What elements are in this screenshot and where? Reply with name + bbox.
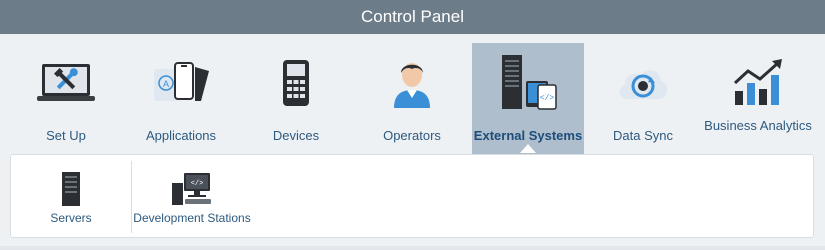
nav-item-label: Operators bbox=[383, 128, 441, 143]
handheld-device-icon bbox=[240, 53, 352, 113]
svg-text:A: A bbox=[163, 79, 169, 89]
active-tab-caret bbox=[520, 144, 536, 153]
window-title: Control Panel bbox=[360, 7, 464, 26]
user-icon bbox=[356, 53, 468, 113]
nav-item-label: Devices bbox=[272, 128, 320, 143]
subnav-item-development-stations[interactable]: </> Development Stations bbox=[133, 155, 251, 237]
subnav-item-servers[interactable]: Servers bbox=[13, 155, 129, 237]
nav-item-external-systems[interactable]: </> External Systems bbox=[472, 43, 584, 154]
nav-item-applications[interactable]: A Applications bbox=[125, 43, 237, 154]
nav-item-operators[interactable]: Operators bbox=[356, 43, 468, 154]
subnav-item-label: Servers bbox=[50, 211, 92, 225]
svg-text:</>: </> bbox=[540, 94, 555, 103]
external-systems-subpanel: Servers </> Development Stations bbox=[10, 154, 814, 238]
subnav-divider bbox=[131, 161, 132, 233]
cloud-sync-icon bbox=[587, 53, 699, 113]
svg-text:</>: </> bbox=[191, 180, 204, 188]
tools-laptop-icon bbox=[10, 53, 122, 113]
bottom-border bbox=[0, 246, 825, 250]
dev-station-icon: </> bbox=[133, 171, 251, 207]
nav-item-devices[interactable]: Devices bbox=[240, 43, 352, 154]
nav-item-label: Data Sync bbox=[613, 128, 673, 143]
server-code-icon: </> bbox=[472, 53, 584, 113]
nav-item-data-sync[interactable]: Data Sync bbox=[587, 43, 699, 154]
control-panel-nav: Set Up A Applications Devices Operators … bbox=[0, 34, 825, 154]
nav-item-label: External Systems bbox=[473, 128, 583, 143]
nav-item-label: Business Analytics bbox=[704, 118, 812, 133]
window-title-bar: Control Panel bbox=[0, 0, 825, 34]
nav-item-label: Applications bbox=[145, 128, 217, 143]
mobile-apps-icon: A bbox=[125, 53, 237, 113]
nav-item-business-analytics[interactable]: Business Analytics bbox=[702, 43, 814, 154]
nav-item-set-up[interactable]: Set Up bbox=[10, 43, 122, 154]
nav-item-label: Set Up bbox=[46, 128, 86, 143]
bar-chart-trend-icon bbox=[702, 53, 814, 113]
subnav-item-label: Development Stations bbox=[133, 211, 251, 225]
server-icon bbox=[13, 171, 129, 207]
